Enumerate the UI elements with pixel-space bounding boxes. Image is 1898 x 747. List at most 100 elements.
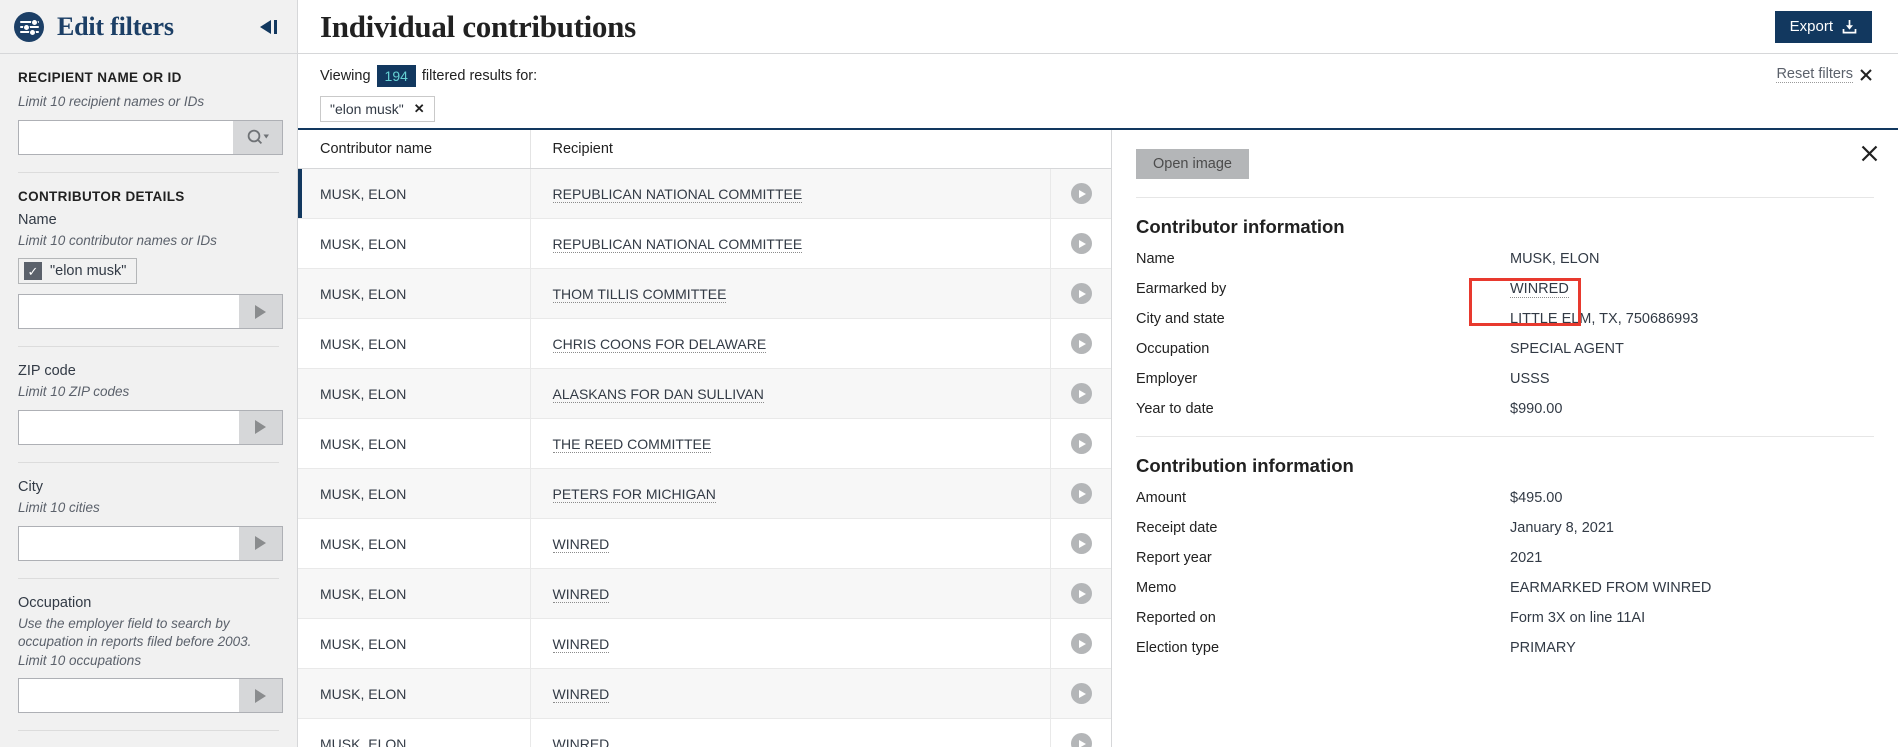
cell-contributor-name: MUSK, ELON	[298, 469, 530, 519]
table-row[interactable]: MUSK, ELON WINRED	[298, 719, 1112, 747]
submit-arrow-icon[interactable]	[239, 526, 283, 561]
open-image-button[interactable]: Open image	[1136, 149, 1249, 179]
page-header: Individual contributions Export	[298, 0, 1898, 54]
table-row[interactable]: MUSK, ELONWINRED	[298, 569, 1112, 619]
contributor-info-value: $990.00	[1510, 401, 1874, 417]
submit-arrow-icon[interactable]	[239, 294, 283, 329]
contributor-name-input[interactable]	[18, 294, 239, 329]
detail-value-link[interactable]: WINRED	[1510, 281, 1569, 298]
results-table-container[interactable]: Contributor name Recipient MUSK, ELONREP…	[298, 130, 1112, 747]
recipient-link[interactable]: REPUBLICAN NATIONAL COMMITTEE	[553, 186, 803, 203]
contributor-info-key: Earmarked by	[1136, 281, 1510, 297]
column-header-recipient[interactable]: Recipient	[530, 130, 1050, 169]
cell-recipient: THOM TILLIS COMMITTEE	[530, 269, 1050, 319]
table-row[interactable]: MUSK, ELON WINRED	[298, 669, 1112, 719]
field-hint-city: Limit 10 cities	[18, 499, 279, 518]
play-circle-icon[interactable]	[1071, 183, 1092, 204]
recipient-link[interactable]: ALASKANS FOR DAN SULLIVAN	[553, 386, 764, 403]
play-circle-icon[interactable]	[1071, 633, 1092, 654]
contribution-info-value: $495.00	[1510, 490, 1898, 506]
cell-recipient: THE REED COMMITTEE	[530, 419, 1050, 469]
play-circle-icon[interactable]	[1071, 533, 1092, 554]
contribution-info-key: Report year	[1136, 550, 1510, 566]
download-icon	[1842, 19, 1857, 34]
contributor-info-value[interactable]: WINRED	[1510, 281, 1874, 297]
reset-filters-button[interactable]: Reset filters	[1776, 66, 1872, 83]
city-input[interactable]	[18, 526, 239, 561]
recipient-search-input[interactable]	[18, 120, 233, 155]
recipient-link[interactable]: WINRED	[553, 586, 610, 603]
section-heading-contributor-details: CONTRIBUTOR DETAILS	[18, 189, 279, 204]
table-row[interactable]: MUSK, ELON ALASKANS FOR DAN SULLIVAN	[298, 369, 1112, 419]
cell-recipient: PETERS FOR MICHIGAN	[530, 469, 1050, 519]
table-row[interactable]: MUSK, ELONWINRED	[298, 519, 1112, 569]
search-dropdown-icon[interactable]	[233, 120, 283, 155]
section-heading-recipient: RECIPIENT NAME OR ID	[18, 70, 279, 85]
active-filter-tags: "elon musk"✕	[320, 96, 1872, 122]
viewing-prefix: Viewing	[320, 68, 371, 84]
recipient-link[interactable]: THOM TILLIS COMMITTEE	[553, 286, 727, 303]
recipient-link[interactable]: WINRED	[553, 636, 610, 653]
contribution-info-row: Amount$495.00	[1136, 483, 1898, 513]
occupation-input[interactable]	[18, 678, 239, 713]
recipient-link[interactable]: REPUBLICAN NATIONAL COMMITTEE	[553, 236, 803, 253]
play-circle-icon[interactable]	[1071, 483, 1092, 504]
table-row[interactable]: MUSK, ELONREPUBLICAN NATIONAL COMMITTEE	[298, 219, 1112, 269]
table-row[interactable]: MUSK, ELON THOM TILLIS COMMITTEE	[298, 269, 1112, 319]
play-circle-icon[interactable]	[1071, 733, 1092, 747]
submit-arrow-icon[interactable]	[239, 410, 283, 445]
cell-row-action	[1050, 369, 1112, 419]
table-row[interactable]: MUSK, ELON PETERS FOR MICHIGAN	[298, 469, 1112, 519]
recipient-link[interactable]: WINRED	[553, 686, 610, 703]
cell-contributor-name: MUSK, ELON	[298, 369, 530, 419]
recipient-link[interactable]: WINRED	[553, 736, 610, 747]
table-row[interactable]: MUSK, ELON WINRED	[298, 619, 1112, 669]
contributor-info-key: Occupation	[1136, 341, 1510, 357]
table-row[interactable]: MUSK, ELONTHE REED COMMITTEE	[298, 419, 1112, 469]
cell-contributor-name: MUSK, ELON	[298, 669, 530, 719]
cell-contributor-name: MUSK, ELON	[298, 619, 530, 669]
recipient-link[interactable]: WINRED	[553, 536, 610, 553]
filter-section-contributor-name: CONTRIBUTOR DETAILS Name Limit 10 contri…	[18, 173, 279, 348]
viewing-results-line: Viewing 194 filtered results for:	[320, 65, 1872, 87]
contributor-info-value: LITTLE ELM, TX, 750686993	[1510, 311, 1874, 327]
recipient-link[interactable]: CHRIS COONS FOR DELAWARE	[553, 336, 767, 353]
play-circle-icon[interactable]	[1071, 383, 1092, 404]
close-detail-panel-button[interactable]	[1861, 145, 1878, 166]
field-label-zip: ZIP code	[18, 363, 279, 379]
filter-section-employer: Employer Limit 10 employers	[18, 731, 279, 747]
play-circle-icon[interactable]	[1071, 433, 1092, 454]
close-x-icon[interactable]: ✕	[414, 101, 425, 117]
contributor-info-row: City and stateLITTLE ELM, TX, 750686993	[1136, 304, 1874, 334]
recipient-link[interactable]: PETERS FOR MICHIGAN	[553, 486, 716, 503]
contribution-info-key: Memo	[1136, 580, 1510, 596]
cell-contributor-name: MUSK, ELON	[298, 719, 530, 747]
export-button[interactable]: Export	[1775, 11, 1872, 43]
filter-tag[interactable]: "elon musk"✕	[320, 96, 435, 122]
table-row[interactable]: MUSK, ELONCHRIS COONS FOR DELAWARE	[298, 319, 1112, 369]
cell-recipient: WINRED	[530, 519, 1050, 569]
play-circle-icon[interactable]	[1071, 683, 1092, 704]
filter-sliders-icon	[14, 12, 44, 42]
play-circle-icon[interactable]	[1071, 233, 1092, 254]
contributor-info-row: Earmarked byWINRED	[1136, 274, 1874, 304]
collapse-left-icon[interactable]	[259, 19, 281, 35]
submit-arrow-icon[interactable]	[239, 678, 283, 713]
contributor-info-value: SPECIAL AGENT	[1510, 341, 1874, 357]
column-header-contributor-name[interactable]: Contributor name	[298, 130, 530, 169]
play-circle-icon[interactable]	[1071, 333, 1092, 354]
recipient-link[interactable]: THE REED COMMITTEE	[553, 436, 712, 453]
field-hint-recipient: Limit 10 recipient names or IDs	[18, 93, 279, 112]
viewing-suffix: filtered results for:	[422, 68, 537, 84]
active-filter-chip-elon-musk[interactable]: ✓ "elon musk"	[18, 258, 137, 284]
checkbox-checked-icon[interactable]: ✓	[24, 262, 42, 280]
table-row[interactable]: MUSK, ELONREPUBLICAN NATIONAL COMMITTEE	[298, 169, 1112, 219]
play-circle-icon[interactable]	[1071, 583, 1092, 604]
play-circle-icon[interactable]	[1071, 283, 1092, 304]
cell-row-action	[1050, 419, 1112, 469]
contribution-information-rows: Amount$495.00Receipt dateJanuary 8, 2021…	[1136, 483, 1898, 663]
contribution-info-value: Form 3X on line 11AI	[1510, 610, 1898, 626]
zip-input[interactable]	[18, 410, 239, 445]
cell-contributor-name: MUSK, ELON	[298, 269, 530, 319]
export-button-label: Export	[1790, 18, 1833, 35]
